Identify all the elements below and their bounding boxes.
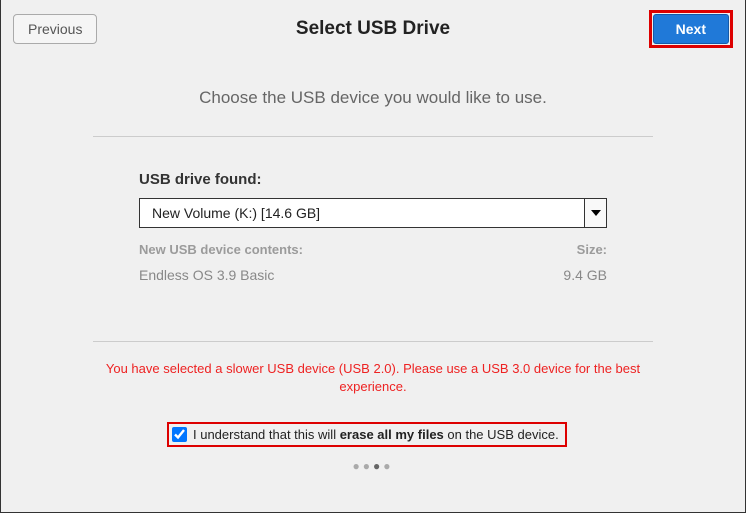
erase-confirm-row[interactable]: I understand that this will erase all my… — [167, 422, 567, 447]
page-title: Select USB Drive — [1, 18, 745, 40]
usb-speed-warning: You have selected a slower USB device (U… — [93, 360, 653, 396]
drive-select-value: New Volume (K:) [14.6 GB] — [140, 205, 584, 221]
contents-label: New USB device contents: — [139, 242, 303, 257]
previous-button[interactable]: Previous — [13, 14, 97, 44]
erase-confirm-text: I understand that this will erase all my… — [193, 427, 559, 442]
next-button[interactable]: Next — [653, 14, 729, 44]
size-value: 9.4 GB — [563, 267, 607, 283]
chevron-down-icon — [584, 199, 606, 227]
drive-section: USB drive found: New Volume (K:) [14.6 G… — [31, 171, 715, 283]
divider — [93, 341, 653, 342]
size-label: Size: — [563, 242, 607, 257]
body: Choose the USB device you would like to … — [1, 88, 745, 473]
instruction-text: Choose the USB device you would like to … — [31, 88, 715, 108]
drive-details: New USB device contents: Endless OS 3.9 … — [139, 242, 607, 283]
next-button-highlight: Next — [649, 10, 733, 48]
drive-select[interactable]: New Volume (K:) [14.6 GB] — [139, 198, 607, 228]
erase-confirm-checkbox[interactable] — [172, 427, 187, 442]
contents-value: Endless OS 3.9 Basic — [139, 267, 303, 283]
divider — [93, 136, 653, 137]
header-bar: Previous Select USB Drive Next — [1, 0, 745, 58]
drive-found-label: USB drive found: — [139, 171, 607, 188]
step-indicator: ●●●● — [31, 459, 715, 473]
